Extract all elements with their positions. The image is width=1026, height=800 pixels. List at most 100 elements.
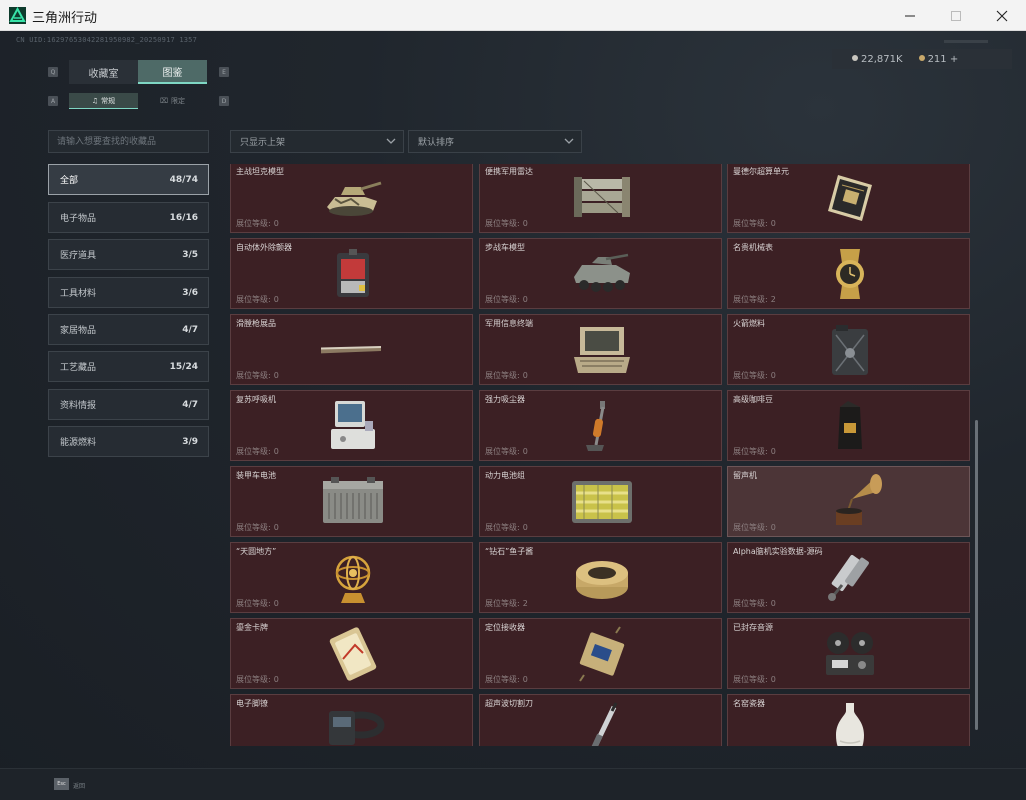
item-name: 滑膛枪展品 [236,319,276,328]
category-electronics[interactable]: 电子物品 16/16 [48,202,209,233]
chevron-down-icon [386,138,396,144]
close-icon [996,10,1008,21]
collection-item-card[interactable]: 留声机 展位等级: 0 [727,466,970,537]
category-all[interactable]: 全部 48/74 [48,164,209,195]
collection-item-card[interactable]: “钻石”鱼子酱 展位等级: 2 [479,542,722,613]
collection-item-card[interactable]: 军用信息终端 展位等级: 0 [479,314,722,385]
category-household[interactable]: 家居物品 4/7 [48,314,209,345]
category-medical[interactable]: 医疗道具 3/5 [48,239,209,270]
item-name: 火箭燃料 [733,319,765,328]
tab-collection-room[interactable]: 收藏室 [69,60,138,84]
tab-limited[interactable]: ⌧ 限定 [138,93,207,109]
currency-top-bar [944,40,988,43]
esc-label: 返回 [73,783,86,790]
category-count: 3/6 [182,287,198,298]
item-name: 步战车模型 [485,243,525,252]
item-level: 展位等级: 0 [485,674,528,685]
collection-item-card[interactable]: 名窑瓷器展位等级:0 [727,694,970,746]
minimize-button[interactable] [887,0,933,31]
key-hint-a: A [48,96,58,106]
tab-regular[interactable]: ♫ 常规 [69,93,138,109]
category-tools[interactable]: 工具材料 3/6 [48,277,209,308]
item-level-label: 展位等级: [236,599,271,608]
item-name: “天圆地方” [236,547,277,556]
collection-item-card[interactable]: 自动体外除颤器 展位等级: 0 [230,238,473,309]
category-count: 15/24 [169,361,198,372]
collection-item-card[interactable]: 高级咖啡豆展位等级: 0 [727,390,970,461]
collection-item-card[interactable]: “天圆地方” 展位等级: 0 [230,542,473,613]
category-intel[interactable]: 资料情报 4/7 [48,389,209,420]
silver-currency: 22,871K [852,54,903,65]
item-level-value: 0 [522,219,528,228]
supercomputer-icon [818,169,882,227]
collection-item-card[interactable]: 强力吸尘器 展位等级: 0 [479,390,722,461]
silver-amount: 22,871K [861,53,903,65]
collection-item-card[interactable]: 曼德尔超算单元 展位等级: 0 [727,164,970,233]
vase-icon [818,701,882,746]
collection-item-card[interactable]: 动力电池组 展位等级: 0 [479,466,722,537]
sub-tabs: ♫ 常规 ⌧ 限定 [69,93,207,109]
item-name: 高级咖啡豆 [733,395,773,404]
item-name: 名贵机械表 [733,243,773,252]
availability-filter-value: 只显示上架 [240,138,286,148]
item-level: 展位等级: 0 [236,598,279,609]
close-button[interactable] [979,0,1025,31]
collection-item-card[interactable]: 电子脚镣展位等级:0 [230,694,473,746]
category-label: 工具材料 [60,289,97,299]
collection-item-card[interactable]: 滑膛枪展品展位等级: 0 [230,314,473,385]
collection-item-card[interactable]: 复苏呼吸机 展位等级: 0 [230,390,473,461]
item-level-label: 展位等级: [485,371,520,380]
item-level-value: 0 [273,371,279,380]
item-level-label: 展位等级: [236,371,271,380]
item-level-label: 展位等级: [733,523,768,532]
category-energy[interactable]: 能源燃料 3/9 [48,426,209,457]
main-tabs: 收藏室 图鉴 [69,60,207,84]
sort-value: 默认排序 [418,138,455,148]
item-level-value: 2 [522,599,528,608]
item-level-value: 0 [522,295,528,304]
item-level: 展位等级: 0 [236,218,279,229]
add-currency-button[interactable]: + [950,54,958,65]
key-hint-q: Q [48,67,58,77]
collection-item-card[interactable]: 装甲车电池 展位等级: 0 [230,466,473,537]
item-name: 名窑瓷器 [733,699,765,708]
category-crafts[interactable]: 工艺藏品 15/24 [48,351,209,382]
search-input[interactable] [48,130,209,153]
battery-pack-icon [570,473,634,531]
item-level-value: 0 [273,447,279,456]
collection-item-card[interactable]: 定位接收器展位等级: 0 [479,618,722,689]
user-uid: CN UID:16297653042281950982_20250917 135… [16,36,197,44]
collection-item-card[interactable]: 步战车模型展位等级: 0 [479,238,722,309]
tab-catalog[interactable]: 图鉴 [138,60,207,84]
item-level: 展位等级: 0 [236,522,279,533]
item-level-value: 0 [770,447,776,456]
item-level: 展位等级: 0 [485,294,528,305]
musket-icon [321,321,385,379]
item-name: 电子脚镣 [236,699,268,708]
collection-item-card[interactable]: 超声波切割刀展位等级:0 [479,694,722,746]
collection-item-card[interactable]: 便携军用雷达 展位等级: 0 [479,164,722,233]
item-name: 便携军用雷达 [485,167,533,176]
item-level: 展位等级: 0 [236,294,279,305]
item-name: 超声波切割刀 [485,699,533,708]
item-level-value: 0 [273,523,279,532]
grid-scrollbar[interactable] [975,420,978,730]
availability-filter-dropdown[interactable]: 只显示上架 [230,130,404,153]
collection-item-card[interactable]: 主战坦克模型 展位等级: 0 [230,164,473,233]
collection-item-card[interactable]: 已封存音源 展位等级: 0 [727,618,970,689]
item-level-value: 2 [770,295,776,304]
collection-item-card[interactable]: Alpha脑机实验数据-源码 展位等级: 0 [727,542,970,613]
item-level: 展位等级: 0 [485,370,528,381]
item-level-value: 0 [770,219,776,228]
sort-dropdown[interactable]: 默认排序 [408,130,582,153]
item-level: 展位等级: 0 [733,598,776,609]
collection-item-card[interactable]: 火箭燃料 展位等级: 0 [727,314,970,385]
gramophone-icon [818,473,882,531]
item-name: 定位接收器 [485,623,525,632]
esc-key-button[interactable]: Esc [54,778,69,790]
window-titlebar: 三角洲行动 [0,0,1026,31]
collection-item-card[interactable]: 鎏金卡牌 展位等级: 0 [230,618,473,689]
collection-item-card[interactable]: 名贵机械表 展位等级: 2 [727,238,970,309]
item-level: 展位等级: 0 [733,446,776,457]
maximize-button[interactable] [933,0,979,31]
